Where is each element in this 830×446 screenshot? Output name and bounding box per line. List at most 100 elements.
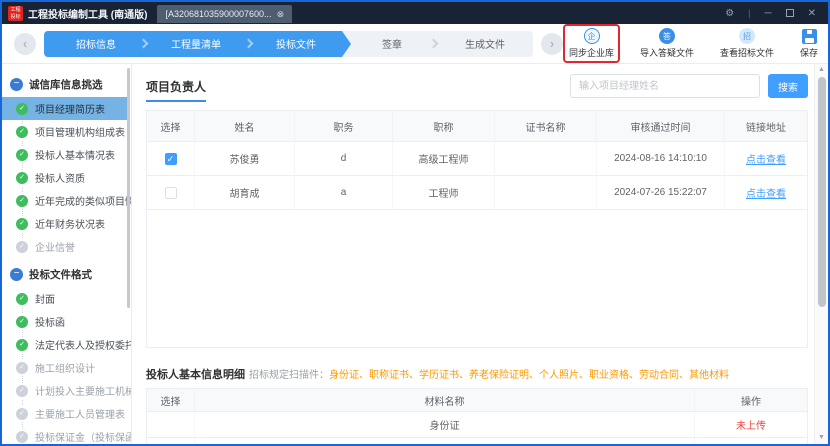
sidebar-item-label: 项目管理机构组成表 xyxy=(35,124,125,139)
cell-material-name: 职称证书 xyxy=(195,437,695,444)
cell-duty: d xyxy=(295,141,393,175)
col-select: 选择 xyxy=(147,389,195,411)
section-title: 诚信库信息挑选 xyxy=(29,77,103,92)
sidebar-item-planned-machinery[interactable]: ✓ 计划投入主要施工机械设.. xyxy=(2,379,131,402)
save-floppy-icon xyxy=(802,29,817,44)
cell-select xyxy=(147,411,195,437)
row-checkbox[interactable] xyxy=(165,187,177,199)
toolbar-button-label: 查看招标文件 xyxy=(720,46,774,59)
sidebar-section-bid-format[interactable]: − 投标文件格式 xyxy=(2,262,131,287)
check-circle-icon: ✓ xyxy=(16,149,28,161)
pending-circle-icon: ✓ xyxy=(16,385,28,397)
check-circle-icon: ✓ xyxy=(16,316,28,328)
settings-gear-icon[interactable]: ⚙ xyxy=(725,8,734,19)
sidebar-item-enterprise-credit[interactable]: ✓企业信誉 xyxy=(2,235,131,258)
view-link[interactable]: 点击查看 xyxy=(746,151,786,166)
toolbar-button-label: 同步企业库 xyxy=(569,46,614,59)
sidebar-item-cover[interactable]: ✓封面 xyxy=(2,287,131,310)
col-cert: 证书名称 xyxy=(495,111,597,141)
sidebar-item-label: 企业信誉 xyxy=(35,239,75,254)
sidebar-section-items: ✓封面 ✓投标函 ✓法定代表人及授权委托书 ✓施工组织设计 ✓计划投入主要施工机… xyxy=(2,287,131,444)
scroll-up-icon[interactable]: ▲ xyxy=(818,64,825,76)
sidebar-item-label: 法定代表人及授权委托书 xyxy=(35,337,131,352)
project-tab[interactable]: [A320681035900007600... ⊗ xyxy=(157,5,292,23)
minimize-button[interactable]: ─ xyxy=(765,8,772,19)
collapse-minus-icon[interactable]: − xyxy=(10,268,23,281)
step-bid-file-current[interactable]: 投标文件 xyxy=(252,36,340,51)
main-panel: 项目负责人 搜索 选择 姓名 职务 职称 证书名称 审核通过时间 链接地址 xyxy=(132,64,814,444)
view-tender-file-button[interactable]: 招 查看招标文件 xyxy=(714,24,780,63)
app-title: 工程投标编制工具 (南通版) xyxy=(28,6,147,21)
basic-info-title: 投标人基本信息明细 xyxy=(146,366,245,382)
cell-title: 工程师 xyxy=(393,175,495,209)
maximize-button[interactable] xyxy=(786,9,794,17)
scan-requirement-items: 身份证、职称证书、学历证书、养老保险证明、个人照片、职业资格、劳动合同、其他材料 xyxy=(329,366,729,381)
collapse-minus-icon[interactable]: − xyxy=(10,78,23,91)
close-button[interactable]: ✕ xyxy=(808,8,816,19)
sidebar-item-key-staff[interactable]: ✓主要施工人员管理表 xyxy=(2,402,131,425)
cell-name: 胡育成 xyxy=(195,175,295,209)
sidebar-item-similar-projects[interactable]: ✓近年完成的类似项目情况表 xyxy=(2,189,131,212)
step-boq[interactable]: 工程量清单 xyxy=(147,36,245,51)
sidebar-item-bidder-basic[interactable]: ✓ 投标人基本情况表 xyxy=(2,143,131,166)
pending-circle-icon: ✓ xyxy=(16,431,28,443)
table-row: 身份证 未上传 xyxy=(147,411,807,437)
sidebar-item-bidder-qualification[interactable]: ✓投标人资质 xyxy=(2,166,131,189)
cell-approve-time: 2024-07-26 15:22:07 xyxy=(597,175,725,209)
sidebar-scrollbar-thumb[interactable] xyxy=(127,68,130,308)
wizard-steps: 招标信息 工程量清单 投标文件 签章 生成文件 xyxy=(44,31,533,57)
sidebar-section-credit-db[interactable]: − 诚信库信息挑选 xyxy=(2,72,131,97)
basic-info-table: 选择 材料名称 操作 身份证 未上传 ✓ 职称证书 点击查看 xyxy=(146,388,808,444)
sidebar-item-mgmt-org[interactable]: ✓项目管理机构组成表 xyxy=(2,120,131,143)
col-duty: 职务 xyxy=(295,111,393,141)
col-link: 链接地址 xyxy=(725,111,807,141)
sidebar-section-items: ✓项目经理简历表 ✓项目管理机构组成表 ✓投标人基本情况表 ✓投标人资质 ✓近年… xyxy=(2,97,131,258)
app-window: 工程 投标 工程投标编制工具 (南通版) [A32068103590000760… xyxy=(0,0,830,446)
sidebar-item-financial-status[interactable]: ✓近年财务状况表 xyxy=(2,212,131,235)
steps-toolbar-row: ‹ 招标信息 工程量清单 投标文件 签章 生成文件 › 企 同步企业库 答 导入… xyxy=(2,24,828,64)
save-button[interactable]: 保存 xyxy=(794,24,824,63)
check-circle-icon: ✓ xyxy=(16,218,28,230)
sidebar-item-bid-bond[interactable]: ✓投标保证金（投标保函） xyxy=(2,425,131,444)
col-action: 操作 xyxy=(695,389,807,411)
window-body: − 诚信库信息挑选 ✓项目经理简历表 ✓项目管理机构组成表 ✓投标人基本情况表 … xyxy=(2,64,828,444)
step-generate-file[interactable]: 生成文件 xyxy=(437,36,533,51)
toolbar-button-label: 导入答疑文件 xyxy=(640,46,694,59)
not-uploaded-label: 未上传 xyxy=(736,417,766,432)
scroll-down-icon[interactable]: ▼ xyxy=(818,432,825,444)
completed-steps-segment: 招标信息 工程量清单 投标文件 xyxy=(44,31,342,57)
cell-cert xyxy=(495,175,597,209)
table-row: 胡育成 a 工程师 2024-07-26 15:22:07 点击查看 xyxy=(147,175,807,209)
title-bar: 工程 投标 工程投标编制工具 (南通版) [A32068103590000760… xyxy=(2,2,828,24)
scrollbar-thumb[interactable] xyxy=(818,77,826,307)
main-scrollbar[interactable]: ▲ ▼ xyxy=(814,64,828,444)
scan-requirement-label: 招标规定扫描件： xyxy=(249,366,329,381)
step-tender-info[interactable]: 招标信息 xyxy=(52,36,140,51)
sidebar-item-bid-letter[interactable]: ✓投标函 xyxy=(2,310,131,333)
import-qa-file-button[interactable]: 答 导入答疑文件 xyxy=(634,24,700,63)
section-title: 投标文件格式 xyxy=(29,267,92,282)
sidebar-item-construction-org[interactable]: ✓施工组织设计 xyxy=(2,356,131,379)
steps-next-button[interactable]: › xyxy=(541,33,563,55)
search-input[interactable] xyxy=(570,74,760,98)
sidebar-item-legal-rep[interactable]: ✓法定代表人及授权委托书 xyxy=(2,333,131,356)
titlebar-divider: | xyxy=(748,8,750,18)
sidebar-item-label: 主要施工人员管理表 xyxy=(35,406,125,421)
sidebar-item-label: 投标人基本情况表 xyxy=(35,147,115,162)
step-signature[interactable]: 签章 xyxy=(354,36,430,51)
sidebar-item-label: 近年完成的类似项目情况表 xyxy=(35,193,131,208)
sidebar-tree: − 诚信库信息挑选 ✓项目经理简历表 ✓项目管理机构组成表 ✓投标人基本情况表 … xyxy=(2,64,132,444)
view-link[interactable]: 点击查看 xyxy=(746,185,786,200)
sidebar-item-manager-resume[interactable]: ✓项目经理简历表 xyxy=(2,97,127,120)
sidebar-item-label: 计划投入主要施工机械设.. xyxy=(35,383,131,398)
view-link[interactable]: 点击查看 xyxy=(731,443,771,444)
steps-prev-button[interactable]: ‹ xyxy=(14,33,36,55)
row-checkbox[interactable]: ✓ xyxy=(165,153,177,165)
sync-enterprise-db-button[interactable]: 企 同步企业库 xyxy=(563,24,620,63)
search-button[interactable]: 搜索 xyxy=(768,74,808,98)
col-name: 姓名 xyxy=(195,111,295,141)
cell-name: 苏俊勇 xyxy=(195,141,295,175)
tender-circle-icon: 招 xyxy=(739,28,755,44)
tab-close-icon[interactable]: ⊗ xyxy=(277,9,285,20)
search-group: 搜索 xyxy=(570,74,808,98)
